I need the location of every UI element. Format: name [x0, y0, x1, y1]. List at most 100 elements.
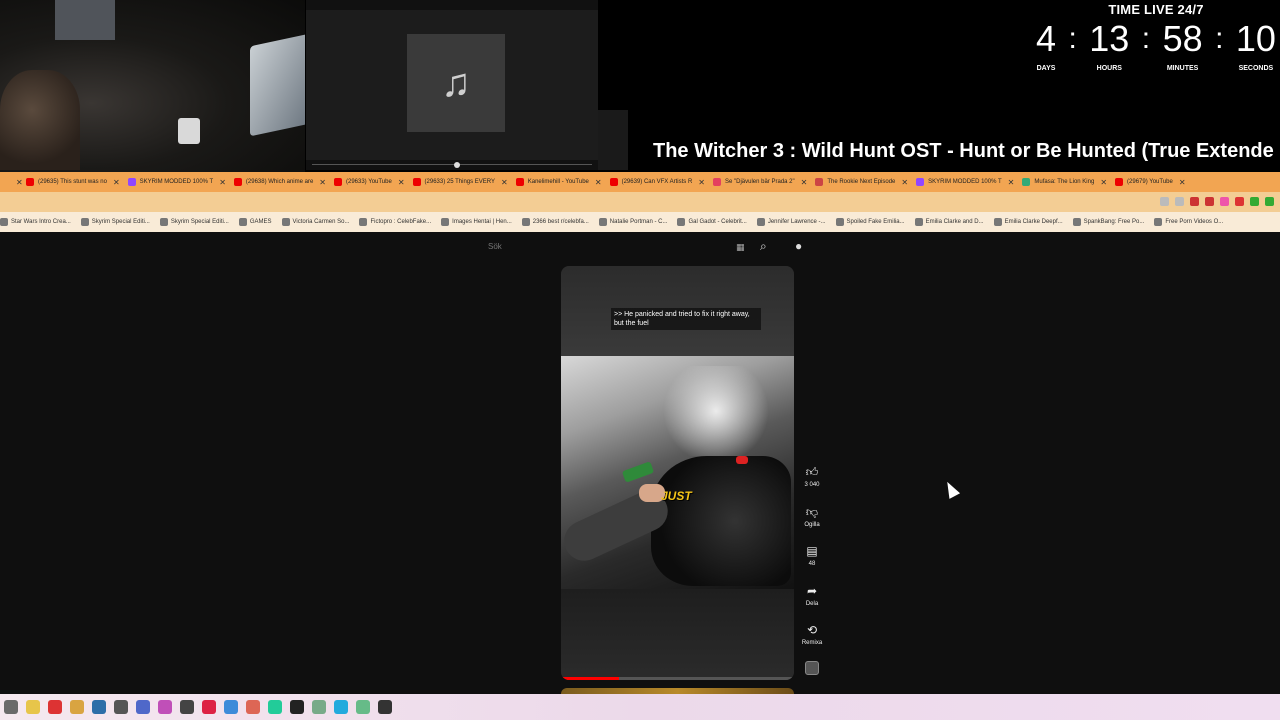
bookmark-label: Gal Gadot - Celebrit...	[688, 219, 747, 225]
bookmark-item[interactable]: Emilia Clarke Deepf...	[993, 218, 1063, 226]
bookmark-item[interactable]: Star Wars Intro Crea...	[0, 218, 71, 226]
search-input[interactable]	[480, 238, 730, 256]
search-box[interactable]: ▦	[480, 238, 760, 256]
bookmark-item[interactable]: Fictopro : CelebFake...	[359, 218, 431, 226]
taskbar-app-icon[interactable]	[114, 700, 128, 714]
browser-tab[interactable]: SKYRIM MODDED 100% T ✕	[912, 172, 1018, 192]
browser-tab[interactable]: (29633) 25 Things EVERY ✕	[409, 172, 512, 192]
taskbar-app-icon[interactable]	[158, 700, 172, 714]
tab-favicon-icon	[1115, 178, 1124, 186]
share-button[interactable]: ➦ Dela	[800, 584, 824, 607]
comments-button[interactable]: ▤ 48	[800, 544, 824, 567]
youtube-main: ▦ ⌕ ● >> He panicked and tried to fix it…	[0, 232, 1280, 698]
taskbar-app-icon[interactable]	[136, 700, 150, 714]
taskbar-app-icon[interactable]	[334, 700, 348, 714]
taskbar-app-icon[interactable]	[378, 700, 392, 714]
taskbar-app-icon[interactable]	[92, 700, 106, 714]
taskbar-app-icon[interactable]	[356, 700, 370, 714]
browser-tab[interactable]: (29639) Can VFX Artists R ✕	[606, 172, 709, 192]
browser-tab[interactable]: (29633) YouTube ✕	[330, 172, 409, 192]
timer-separator: :	[1215, 22, 1224, 55]
search-icon[interactable]: ⌕	[760, 239, 776, 255]
bookmark-item[interactable]: Skyrim Special Editi...	[159, 218, 229, 226]
bookmark-star-icon[interactable]	[1175, 197, 1184, 206]
short-video-player[interactable]: >> He panicked and tried to fix it right…	[561, 266, 794, 680]
close-icon[interactable]: ✕	[901, 178, 908, 187]
bookmark-item[interactable]: 2366 best r/celebfa...	[521, 218, 589, 226]
close-icon[interactable]: ✕	[1008, 178, 1015, 187]
bookmark-item[interactable]: Spoiled Fake Emilia...	[835, 218, 905, 226]
browser-tab[interactable]: (29638) Which anime are ✕	[230, 172, 330, 192]
bookmark-item[interactable]: Gal Gadot - Celebrit...	[677, 218, 747, 226]
taskbar-app-icon[interactable]	[26, 700, 40, 714]
taskbar-app-icon[interactable]	[312, 700, 326, 714]
thumbs-down-icon: 👎︎	[805, 505, 819, 519]
close-icon[interactable]: ✕	[113, 178, 120, 187]
extension-icon[interactable]	[1220, 197, 1229, 206]
close-icon[interactable]: ✕	[698, 178, 705, 187]
webcam-cup	[178, 118, 200, 144]
timer-days: 4 DAYS	[1036, 21, 1056, 73]
browser-tab[interactable]: SKYRIM MODDED 100% T ✕	[124, 172, 230, 192]
extension-icon[interactable]	[1235, 197, 1244, 206]
browser-tab-bar: ✕ (29635) This stunt was no ✕ SKYRIM MODDE…	[0, 172, 1280, 192]
tab-label: The Rookie Next Episode	[827, 179, 896, 185]
short-video-frame[interactable]: JUST	[561, 356, 794, 589]
browser-tab[interactable]: Se "Djävulen bär Prada 2" ✕	[709, 172, 811, 192]
browser-tab[interactable]: Kanelimehill - YouTube ✕	[512, 172, 606, 192]
keyboard-icon[interactable]: ▦	[736, 242, 748, 252]
extension-icon[interactable]	[1205, 197, 1214, 206]
bookmark-item[interactable]: Victoria Carmen So...	[281, 218, 349, 226]
bookmark-favicon-icon	[159, 218, 168, 226]
close-icon[interactable]: ✕	[801, 178, 808, 187]
taskbar-app-icon[interactable]	[246, 700, 260, 714]
bookmark-item[interactable]: SpankBang: Free Po...	[1072, 218, 1144, 226]
close-icon[interactable]: ✕	[595, 178, 602, 187]
close-icon[interactable]: ✕	[501, 178, 508, 187]
browser-tab[interactable]: (29635) This stunt was no ✕	[22, 172, 124, 192]
taskbar-app-icon[interactable]	[70, 700, 84, 714]
channel-avatar[interactable]	[805, 661, 819, 675]
extension-icon[interactable]	[1265, 197, 1274, 206]
tab-label: (29639) Can VFX Artists R	[621, 179, 693, 185]
bookmark-item[interactable]: Jennifer Lawrence -...	[756, 218, 826, 226]
short-bottom-area	[561, 589, 794, 680]
bookmark-item[interactable]: Free Porn Videos O...	[1154, 218, 1223, 226]
tab-favicon-icon	[1022, 178, 1031, 186]
extension-icon[interactable]	[1190, 197, 1199, 206]
taskbar-app-icon[interactable]	[4, 700, 18, 714]
dislike-button[interactable]: 👎︎ Ogilla	[800, 505, 824, 528]
close-icon[interactable]: ✕	[398, 178, 405, 187]
taskbar-app-icon[interactable]	[224, 700, 238, 714]
microphone-icon[interactable]: ●	[795, 239, 809, 255]
bookmark-item[interactable]: Emilia Clarke and D...	[914, 218, 984, 226]
close-icon[interactable]: ✕	[319, 178, 326, 187]
taskbar-app-icon[interactable]	[290, 700, 304, 714]
remix-icon: ⟲	[806, 623, 818, 637]
download-icon[interactable]	[1250, 197, 1259, 206]
bookmark-favicon-icon	[598, 218, 607, 226]
like-button[interactable]: 👍︎ 3 040	[800, 465, 824, 488]
share-icon: ➦	[806, 584, 818, 598]
tab-close-partial[interactable]: ✕	[0, 172, 23, 192]
taskbar-app-icon[interactable]	[180, 700, 194, 714]
extension-icons	[1160, 197, 1274, 206]
browser-tab[interactable]: (29679) YouTube ✕	[1111, 172, 1190, 192]
close-icon[interactable]: ✕	[1179, 178, 1186, 187]
close-icon[interactable]: ✕	[219, 178, 226, 187]
browser-tab[interactable]: Mufasa: The Lion King ✕	[1018, 172, 1111, 192]
browser-tab[interactable]: The Rookie Next Episode ✕	[811, 172, 912, 192]
bookmark-item[interactable]: Skyrim Special Editi...	[80, 218, 150, 226]
timer-hours: 13 HOURS	[1089, 21, 1129, 73]
taskbar-app-icon[interactable]	[48, 700, 62, 714]
remix-button[interactable]: ⟲ Remixa	[800, 623, 824, 646]
bookmark-item[interactable]: Natalie Portman - C...	[598, 218, 667, 226]
short-progress-bar[interactable]	[561, 677, 794, 680]
close-icon[interactable]: ✕	[1100, 178, 1107, 187]
taskbar-app-icon[interactable]	[268, 700, 282, 714]
bookmark-item[interactable]: GAMES	[238, 218, 272, 226]
taskbar-app-icon[interactable]	[202, 700, 216, 714]
comment-icon: ▤	[806, 544, 818, 558]
install-app-icon[interactable]	[1160, 197, 1169, 206]
bookmark-item[interactable]: Images Hentai | Hen...	[441, 218, 512, 226]
